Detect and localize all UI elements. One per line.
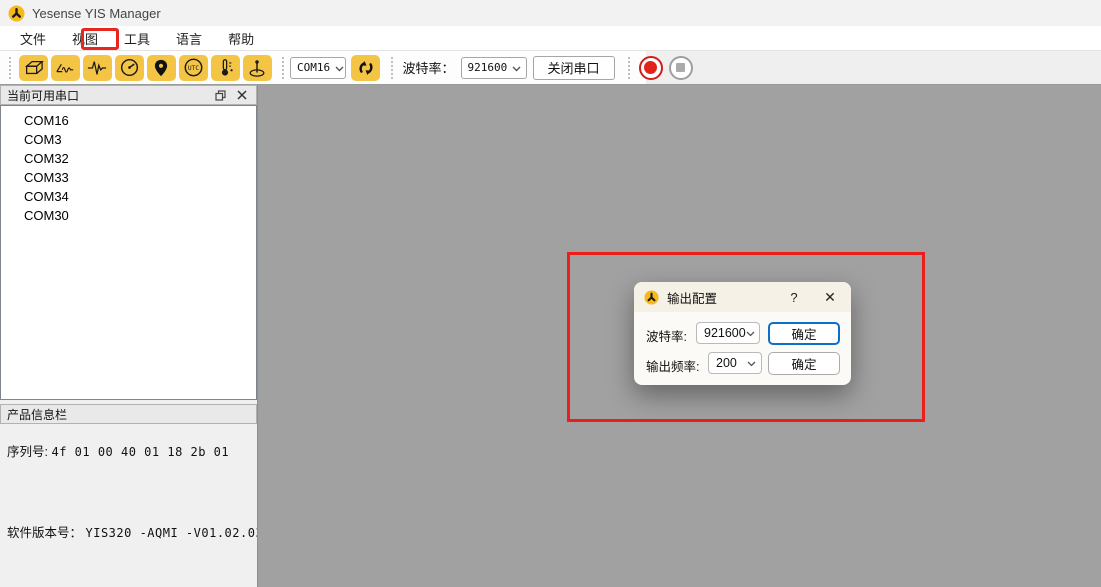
location-pin-icon xyxy=(152,58,170,78)
software-version-value: YIS320 -AQMI -V01.02.03; xyxy=(86,526,271,540)
product-info-body: 序列号: 4f 01 00 40 01 18 2b 01 软件版本号： YIS3… xyxy=(0,426,257,587)
product-info-header: 产品信息栏 xyxy=(0,404,257,424)
cube-3d-icon xyxy=(22,58,44,78)
port-list-item[interactable]: COM32 xyxy=(1,149,256,168)
menu-item-language[interactable]: 语言 xyxy=(170,26,208,51)
software-version-line: 软件版本号： YIS320 -AQMI -V01.02.03; xyxy=(7,522,271,541)
close-serial-button[interactable]: 关闭串口 xyxy=(533,56,615,80)
toolbar-grip-handle[interactable] xyxy=(390,56,395,80)
toolbar-grip-handle[interactable] xyxy=(281,56,286,80)
utc-clock-icon: UTC xyxy=(183,57,204,78)
gauge-icon xyxy=(119,57,140,78)
com-port-value: COM16 xyxy=(297,61,330,74)
menu-bar: 文件 视图 工具 语言 帮助 xyxy=(0,26,1101,51)
chevron-down-icon xyxy=(746,324,755,342)
port-list-item[interactable]: COM3 xyxy=(1,130,256,149)
yesense-logo-icon xyxy=(8,5,25,22)
window-title: Yesense YIS Manager xyxy=(32,6,161,21)
app-window: Yesense YIS Manager 文件 视图 工具 语言 帮助 xyxy=(0,0,1101,587)
port-list-item[interactable]: COM16 xyxy=(1,111,256,130)
baud-rate-label: 波特率： xyxy=(403,58,455,77)
close-panel-icon[interactable] xyxy=(234,88,250,102)
dialog-help-button[interactable]: ? xyxy=(781,282,807,312)
utc-clock-button[interactable]: UTC xyxy=(179,55,208,81)
port-list-item[interactable]: COM33 xyxy=(1,168,256,187)
toolbar-grip-handle[interactable] xyxy=(8,56,13,80)
refresh-ports-icon xyxy=(356,58,376,78)
surface-pin-button[interactable] xyxy=(243,55,272,81)
dialog-baud-select[interactable]: 921600 xyxy=(696,322,760,344)
menu-item-help[interactable]: 帮助 xyxy=(222,26,260,51)
serial-port-dock-panel: 当前可用串口 COM16 COM3 COM32 COM33 COM34 COM3… xyxy=(0,85,257,587)
menu-item-file[interactable]: 文件 xyxy=(14,26,52,51)
float-panel-icon[interactable] xyxy=(212,88,228,102)
serial-number-line: 序列号: 4f 01 00 40 01 18 2b 01 xyxy=(7,441,229,460)
serial-number-value: 4f 01 00 40 01 18 2b 01 xyxy=(51,445,229,459)
stop-button[interactable] xyxy=(669,56,693,80)
stop-icon xyxy=(676,63,685,72)
yesense-logo-icon xyxy=(644,290,659,305)
port-list: COM16 COM3 COM32 COM33 COM34 COM30 xyxy=(0,105,257,400)
software-version-label: 软件版本号： xyxy=(7,526,82,540)
dialog-baud-value: 921600 xyxy=(704,326,746,340)
refresh-ports-button[interactable] xyxy=(351,55,380,81)
baud-rate-value: 921600 xyxy=(468,61,508,74)
menu-item-view[interactable]: 视图 xyxy=(66,26,104,51)
record-icon xyxy=(644,61,657,74)
output-config-dialog: 输出配置 ? ✕ 波特率: 921600 确定 输出频率: 200 确定 xyxy=(634,282,851,385)
temperature-button[interactable] xyxy=(211,55,240,81)
baud-confirm-button[interactable]: 确定 xyxy=(768,322,840,345)
dialog-baud-label: 波特率: xyxy=(646,326,687,345)
title-bar: Yesense YIS Manager xyxy=(0,0,1101,26)
toolbar: UTC COM1 xyxy=(0,51,1101,85)
dialog-frequency-select[interactable]: 200 xyxy=(708,352,762,374)
vibration-wave-icon xyxy=(86,58,108,78)
chevron-down-icon xyxy=(335,59,344,77)
vibration-wave-button[interactable] xyxy=(83,55,112,81)
product-info-title: 产品信息栏 xyxy=(7,406,67,423)
surface-pin-icon xyxy=(246,58,268,78)
toolbar-grip-handle[interactable] xyxy=(627,56,632,80)
port-list-item[interactable]: COM34 xyxy=(1,187,256,206)
serial-number-label: 序列号: xyxy=(7,445,48,459)
temperature-icon xyxy=(215,57,235,78)
dock-panel-title: 当前可用串口 xyxy=(7,87,79,104)
baud-rate-row: 波特率: 921600 确定 xyxy=(634,322,851,345)
dialog-frequency-label: 输出频率: xyxy=(646,356,699,375)
chevron-down-icon xyxy=(747,354,756,372)
location-pin-button[interactable] xyxy=(147,55,176,81)
angle-wave-icon xyxy=(54,58,76,78)
port-list-item[interactable]: COM30 xyxy=(1,206,256,225)
com-port-select[interactable]: COM16 xyxy=(290,57,346,79)
gauge-button[interactable] xyxy=(115,55,144,81)
dialog-title-bar: 输出配置 ? ✕ xyxy=(634,282,851,312)
dialog-frequency-value: 200 xyxy=(716,356,737,370)
output-frequency-row: 输出频率: 200 确定 xyxy=(634,352,851,375)
dock-panel-header: 当前可用串口 xyxy=(0,85,257,105)
record-button[interactable] xyxy=(639,56,663,80)
dialog-close-button[interactable]: ✕ xyxy=(817,282,843,312)
workspace-area: 输出配置 ? ✕ 波特率: 921600 确定 输出频率: 200 确定 xyxy=(257,85,1101,587)
frequency-confirm-button[interactable]: 确定 xyxy=(768,352,840,375)
angle-wave-button[interactable] xyxy=(51,55,80,81)
cube-3d-button[interactable] xyxy=(19,55,48,81)
menu-item-tools[interactable]: 工具 xyxy=(118,26,156,51)
dialog-title: 输出配置 xyxy=(667,288,717,307)
chevron-down-icon xyxy=(512,59,521,77)
svg-text:UTC: UTC xyxy=(187,65,198,72)
baud-rate-select[interactable]: 921600 xyxy=(461,57,527,79)
